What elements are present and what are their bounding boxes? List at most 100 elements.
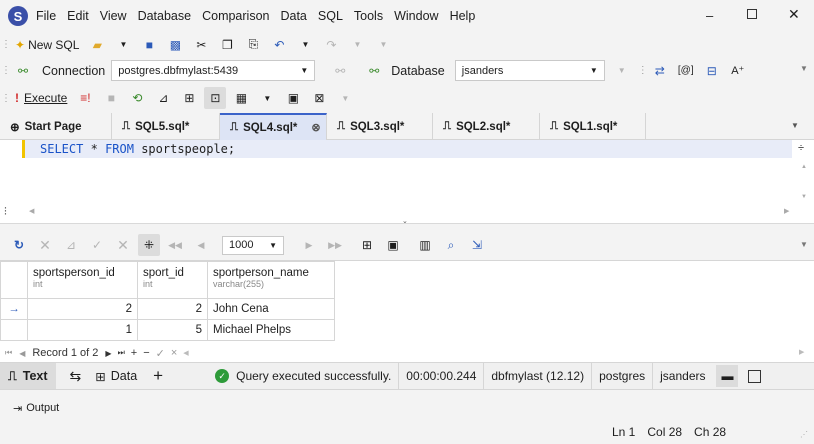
splitter-arrow-icon[interactable]: ⌄ xyxy=(402,217,408,225)
grid-filter-icon[interactable]: ⁜ xyxy=(138,234,160,256)
save-all-icon[interactable]: ▩ xyxy=(164,34,186,56)
cancel-icon[interactable]: ✕ xyxy=(34,234,56,256)
toolbar-overflow-icon[interactable]: ▼ xyxy=(800,64,808,73)
edit-icon[interactable]: ⊿ xyxy=(60,234,82,256)
discard-icon[interactable]: ✕ xyxy=(112,234,134,256)
paste-icon[interactable]: ⎘ xyxy=(242,34,264,56)
undo-dropdown-icon[interactable]: ▼ xyxy=(294,34,316,56)
execute-current-icon[interactable]: ≡! xyxy=(74,87,96,109)
scroll-up-icon[interactable]: ▲ xyxy=(801,164,807,170)
export-data-icon[interactable]: ⇲ xyxy=(466,234,488,256)
layout-dropdown-icon[interactable]: ▼ xyxy=(256,87,278,109)
column-header[interactable]: sportsperson_id int xyxy=(27,261,138,299)
table-cell[interactable]: John Cena xyxy=(207,298,335,320)
table-cell[interactable]: Michael Phelps xyxy=(207,319,335,341)
last-page-icon[interactable]: ▶▶ xyxy=(324,234,346,256)
scroll-left-icon[interactable]: ◀ xyxy=(29,207,34,215)
undo-icon[interactable]: ↶ xyxy=(268,34,290,56)
column-header[interactable]: sportperson_name varchar(255) xyxy=(207,261,335,299)
dropdown-arrow-icon[interactable]: ▼ xyxy=(112,34,134,56)
image-icon[interactable]: ▣ xyxy=(282,87,304,109)
close-tab-icon[interactable]: ⊗ xyxy=(311,121,320,134)
variables-icon[interactable]: [@] xyxy=(675,60,697,82)
data-tab[interactable]: ⊞ Data xyxy=(95,369,137,384)
tab-start-page[interactable]: ⊕ Start Page xyxy=(0,113,112,140)
new-sql-button[interactable]: ✦ New SQL xyxy=(12,34,82,56)
first-page-icon[interactable]: ◀◀ xyxy=(164,234,186,256)
next-page-icon[interactable]: ▶ xyxy=(298,234,320,256)
last-record-icon[interactable]: ⏭ xyxy=(118,348,125,358)
column-header[interactable]: sport_id int xyxy=(137,261,208,299)
open-folder-icon[interactable]: ▰ xyxy=(86,34,108,56)
editor-hscroll[interactable]: ⫶ ◀ ▶ ⌄ xyxy=(0,202,814,225)
tabs-overflow-icon[interactable]: ▼ xyxy=(791,121,799,130)
menu-edit[interactable]: Edit xyxy=(67,9,89,23)
table-row[interactable]: 1 5 Michael Phelps xyxy=(0,319,335,341)
explain-plan-icon[interactable]: ⊿ xyxy=(152,87,174,109)
menu-data[interactable]: Data xyxy=(280,9,306,23)
menu-help[interactable]: Help xyxy=(450,9,476,23)
execute-button[interactable]: ! Execute xyxy=(12,87,70,109)
table-cell[interactable]: 1 xyxy=(27,319,138,341)
resize-grip-icon[interactable]: ⋰ xyxy=(800,430,808,439)
toolbar-more-icon[interactable]: ▼ xyxy=(334,87,356,109)
sql-editor[interactable]: SELECT * FROM sportspeople; ÷ ▲ ▼ xyxy=(0,140,814,202)
prev-page-icon[interactable]: ◀ xyxy=(190,234,212,256)
delete-record-icon[interactable]: − xyxy=(143,347,149,359)
text-tab[interactable]: ⎍ Text xyxy=(0,363,56,389)
disconnect-icon[interactable]: ⚯ xyxy=(329,60,351,82)
first-record-icon[interactable]: ⏮ xyxy=(5,348,12,358)
minimize-button[interactable]: – xyxy=(706,8,713,23)
pivot-view-icon[interactable]: ▥ xyxy=(414,234,436,256)
format-icon[interactable]: ⊞ xyxy=(178,87,200,109)
row-selector[interactable] xyxy=(0,319,28,341)
results-overflow-icon[interactable]: ▼ xyxy=(800,240,808,249)
save-icon[interactable]: ■ xyxy=(138,34,160,56)
table-cell[interactable]: 2 xyxy=(137,298,208,320)
menu-file[interactable]: File xyxy=(36,9,56,23)
page-size-select[interactable]: 1000 ▼ xyxy=(222,235,284,255)
object-browser-icon[interactable]: ⊟ xyxy=(701,60,723,82)
scroll-right-icon[interactable]: ▶ xyxy=(799,348,804,356)
card-view-icon[interactable]: ▣ xyxy=(382,234,404,256)
schema-compare-icon[interactable]: ⇄ xyxy=(649,60,671,82)
refresh-icon[interactable]: ⟲ xyxy=(126,87,148,109)
prev-record-icon[interactable]: ◀ xyxy=(19,349,25,358)
next-record-icon[interactable]: ▶ xyxy=(105,349,111,358)
apply-icon[interactable]: ✓ xyxy=(86,234,108,256)
post-record-icon[interactable]: ✓ xyxy=(156,347,165,360)
grid-view-icon[interactable]: ⊞ xyxy=(356,234,378,256)
table-cell[interactable]: 2 xyxy=(27,298,138,320)
menu-tools[interactable]: Tools xyxy=(354,9,383,23)
swap-icon[interactable]: ⇆ xyxy=(70,368,82,385)
stop-icon[interactable]: ■ xyxy=(100,87,122,109)
tab-sql2[interactable]: ⎍ SQL2.sql* xyxy=(433,113,540,140)
panel-layout-icon[interactable]: ▬ xyxy=(716,365,739,387)
split-editor-icon[interactable]: ÷ xyxy=(798,142,804,154)
tab-sql4[interactable]: ⎍ SQL4.sql* ⊗ xyxy=(220,113,327,140)
split-horizontal-icon[interactable]: ⫶ xyxy=(4,206,7,219)
tab-sql5[interactable]: ⎍ SQL5.sql* xyxy=(112,113,220,140)
tab-sql3[interactable]: ⎍ SQL3.sql* xyxy=(327,113,433,140)
cut-icon[interactable]: ✂ xyxy=(190,34,212,56)
connection-select[interactable]: postgres.dbfmylast:5439 ▼ xyxy=(111,60,316,81)
output-tab[interactable]: ⇥ Output xyxy=(13,402,59,415)
close-button[interactable]: ✕ xyxy=(788,6,800,23)
table-row[interactable]: → 2 2 John Cena xyxy=(0,298,335,320)
redo-icon[interactable]: ↷ xyxy=(320,34,342,56)
database-select[interactable]: jsanders ▼ xyxy=(454,60,605,81)
export-icon[interactable]: ⊠ xyxy=(308,87,330,109)
table-cell[interactable]: 5 xyxy=(137,319,208,341)
font-size-icon[interactable]: A⁺ xyxy=(727,60,749,82)
menu-sql[interactable]: SQL xyxy=(318,9,343,23)
results-toggle-icon[interactable]: ⊡ xyxy=(204,87,227,109)
scroll-left-icon[interactable]: ◀ xyxy=(183,349,188,357)
maximize-button[interactable] xyxy=(747,9,757,19)
refresh-results-icon[interactable]: ↻ xyxy=(8,234,30,256)
menu-window[interactable]: Window xyxy=(394,9,438,23)
menu-comparison[interactable]: Comparison xyxy=(202,9,269,23)
redo-dropdown-icon[interactable]: ▼ xyxy=(346,34,368,56)
toolbar-more-icon[interactable]: ▼ xyxy=(372,34,394,56)
scroll-down-icon[interactable]: ▼ xyxy=(801,194,807,200)
scroll-right-icon[interactable]: ▶ xyxy=(784,207,789,215)
